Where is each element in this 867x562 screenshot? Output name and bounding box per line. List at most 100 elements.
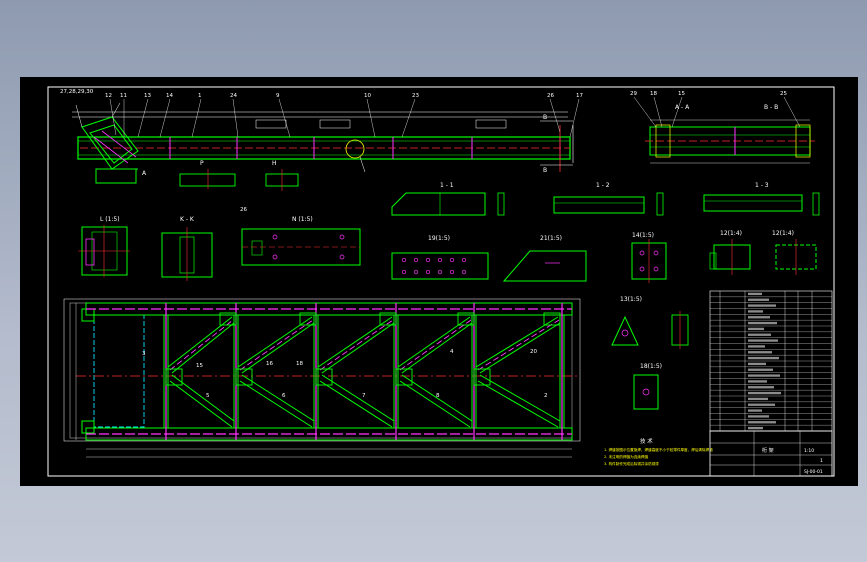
note-line-3: 3. 构件制作完成后除锈并涂防锈漆 — [604, 461, 659, 466]
bom-row-text — [748, 339, 778, 342]
bom-row-text — [748, 316, 770, 319]
section-bb-label: B - B — [764, 104, 778, 111]
part-1-1-label: 1 - 1 — [440, 182, 454, 189]
bill-of-materials[interactable] — [709, 290, 833, 432]
view-l-label: L (1:5) — [100, 216, 120, 223]
section-mark-a: A — [142, 170, 147, 177]
plan-balloon-4: 4 — [450, 349, 454, 355]
bom-row-text — [748, 362, 766, 366]
detail-p-label: P — [200, 160, 204, 167]
view-19[interactable]: 19(1:5) — [391, 235, 489, 280]
bom-row-text — [748, 386, 774, 389]
plan-balloon-3: 3 — [142, 351, 146, 357]
bom-row-text — [748, 345, 765, 348]
view-13[interactable]: 13(1:5) — [611, 296, 689, 349]
balloon-27-30: 27,28,29,30 — [60, 89, 94, 95]
section-mark-b-top: B — [543, 114, 547, 121]
bom-row-text — [748, 298, 769, 301]
plan-balloon-5: 5 — [206, 393, 210, 399]
balloon-11: 11 — [120, 93, 127, 99]
bom-row-text — [748, 321, 777, 325]
bom-row-text — [748, 374, 780, 377]
truss-plan-view[interactable]: 3 15 16 18 5 6 7 8 2 4 20 — [63, 298, 581, 458]
bom-row-text — [748, 327, 764, 331]
bom-row-text — [748, 380, 767, 383]
view-18[interactable]: 18(1:5) — [633, 363, 662, 410]
note-line-2: 2. 未注明的焊缝为连续焊缝 — [604, 454, 649, 459]
view-13-label: 13(1:5) — [620, 296, 642, 303]
elevation-view[interactable]: B B A 27,28,29,30 12 11 13 14 1 24 9 10 … — [60, 89, 583, 191]
balloon-18: 18 — [650, 91, 657, 97]
bom-row-text — [748, 333, 771, 336]
plan-balloon-7: 7 — [362, 393, 366, 399]
detail-h-label: H — [272, 160, 277, 167]
view-14[interactable]: 14(1:5) — [631, 232, 667, 283]
balloon-14: 14 — [166, 93, 173, 99]
view-14-label: 14(1:5) — [632, 232, 654, 239]
plan-balloon-20: 20 — [530, 349, 537, 355]
bom-row-text — [748, 368, 773, 371]
view-n-label: N (1:5) — [292, 216, 313, 223]
section-aa-label: A - A — [675, 104, 690, 111]
notes-title: 技 术 — [640, 437, 653, 445]
balloon-23: 23 — [412, 93, 419, 99]
part-1-2-label: 1 - 2 — [596, 182, 610, 189]
balloon-15: 15 — [678, 91, 685, 97]
bom-row-text — [748, 351, 772, 354]
view-12b[interactable]: 12(1:4) — [772, 230, 817, 275]
balloon-24: 24 — [230, 93, 237, 99]
balloon-9: 9 — [276, 93, 280, 99]
view-k-label: K - K — [180, 216, 195, 223]
balloon-29: 29 — [630, 91, 637, 97]
bom-row-text — [748, 403, 775, 406]
section-aa-view[interactable]: A - A B - B 29 18 15 25 — [630, 91, 815, 164]
view-21-label: 21(1:5) — [540, 235, 562, 242]
bom-row-text — [748, 409, 762, 412]
drawing-workspace: B B A 27,28,29,30 12 11 13 14 1 24 9 10 … — [0, 0, 867, 562]
note-line-1: 1. 焊缝按图示位置施焊，焊缝高度不小于较薄件厚度，焊后清除焊渣 — [604, 447, 713, 452]
view-12b-label: 12(1:4) — [772, 230, 794, 237]
balloon-13: 13 — [144, 93, 151, 99]
plan-balloon-16: 16 — [266, 361, 273, 367]
title-block-title: 桁 架 — [762, 447, 774, 454]
bom-row-text — [748, 426, 763, 430]
balloon-12: 12 — [105, 93, 112, 99]
view-k[interactable]: K - K — [161, 216, 213, 281]
balloon-17: 17 — [576, 93, 583, 99]
view-21[interactable]: 21(1:5) — [502, 235, 587, 282]
bom-row-text — [748, 421, 776, 424]
bom-row-text — [748, 397, 768, 401]
part-view-1-3[interactable]: 1 - 3 — [703, 182, 820, 216]
title-block-sheet: 1 — [820, 458, 823, 464]
title-block[interactable]: 桁 架 SJ-00-01 1:10 1 — [709, 430, 833, 477]
technical-notes: 技 术 1. 焊缝按图示位置施焊，焊缝高度不小于较薄件厚度，焊后清除焊渣 2. … — [604, 437, 713, 466]
balloon-1: 1 — [198, 93, 202, 99]
part-view-1-2[interactable]: 1 - 2 — [553, 182, 664, 216]
bom-row-text — [748, 415, 769, 418]
bom-row-text — [748, 310, 763, 313]
cad-drawing-canvas[interactable]: B B A 27,28,29,30 12 11 13 14 1 24 9 10 … — [20, 77, 858, 486]
title-block-scale: 1:10 — [804, 448, 814, 454]
plan-balloon-2: 2 — [544, 393, 548, 399]
balloon-26: 26 — [240, 207, 247, 213]
view-12[interactable]: 12(1:4) — [709, 230, 751, 275]
bom-row-text — [748, 292, 762, 296]
view-12-label: 12(1:4) — [720, 230, 742, 237]
plan-balloon-6: 6 — [282, 393, 286, 399]
balloon-25: 25 — [780, 91, 787, 97]
view-19-label: 19(1:5) — [428, 235, 450, 242]
bom-row-text — [748, 391, 781, 395]
view-18-label: 18(1:5) — [640, 363, 662, 370]
part-view-1-1[interactable]: 1 - 1 — [391, 182, 505, 216]
plan-balloon-8: 8 — [436, 393, 440, 399]
view-n[interactable]: N (1:5) 26 — [240, 207, 361, 266]
title-block-drawing-no: SJ-00-01 — [804, 469, 823, 475]
section-mark-b-bottom: B — [543, 167, 547, 174]
plan-balloon-15: 15 — [196, 363, 203, 369]
plan-balloon-18: 18 — [296, 361, 303, 367]
view-l[interactable]: L (1:5) — [78, 216, 130, 277]
bom-row-text — [748, 304, 776, 307]
balloon-26-top: 26 — [547, 93, 554, 99]
balloon-10: 10 — [364, 93, 371, 99]
bom-row-text — [748, 356, 779, 360]
